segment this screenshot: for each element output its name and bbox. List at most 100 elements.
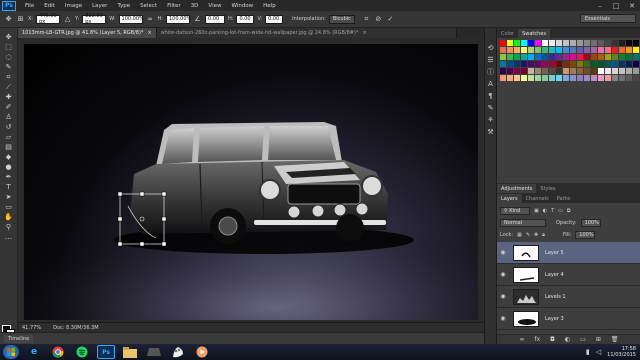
menu-file[interactable]: File xyxy=(20,3,39,9)
color-swatch[interactable] xyxy=(591,68,597,74)
color-swatch[interactable] xyxy=(535,40,541,46)
color-swatch[interactable] xyxy=(528,47,534,53)
color-swatch[interactable] xyxy=(549,61,555,67)
color-swatch[interactable] xyxy=(570,47,576,53)
color-swatch[interactable] xyxy=(591,54,597,60)
color-swatch[interactable] xyxy=(605,75,611,81)
chrome-icon[interactable] xyxy=(49,345,67,359)
workspace-select[interactable]: Essentials xyxy=(580,14,636,23)
color-swatch[interactable] xyxy=(521,40,527,46)
media-player-icon[interactable] xyxy=(193,345,211,359)
color-swatch[interactable] xyxy=(549,54,555,60)
layer-name[interactable]: Layer 3 xyxy=(545,316,564,322)
document-canvas[interactable] xyxy=(24,44,478,320)
menu-type[interactable]: Type xyxy=(112,3,135,9)
new-layer-icon[interactable]: ⊞ xyxy=(596,336,601,343)
angle-input[interactable]: 0.00 xyxy=(205,14,225,24)
color-swatch[interactable] xyxy=(619,61,625,67)
dodge-tool-icon[interactable]: ● xyxy=(3,163,15,172)
color-swatch[interactable] xyxy=(514,68,520,74)
color-swatch[interactable] xyxy=(556,61,562,67)
menu-image[interactable]: Image xyxy=(60,3,87,9)
color-swatch[interactable] xyxy=(626,47,632,53)
layer-row-levels-1[interactable]: ◉ Levels 1 xyxy=(497,286,640,308)
add-mask-icon[interactable]: ◘ xyxy=(550,336,555,343)
color-swatch[interactable] xyxy=(514,61,520,67)
tab-adjustments[interactable]: Adjustments xyxy=(497,184,537,193)
color-swatch[interactable] xyxy=(619,40,625,46)
color-swatch[interactable] xyxy=(556,75,562,81)
color-swatch[interactable] xyxy=(500,75,506,81)
start-button[interactable] xyxy=(3,345,19,359)
pen-tool-icon[interactable]: ✒ xyxy=(3,173,15,182)
new-adjustment-icon[interactable]: ◐ xyxy=(565,336,570,343)
menu-help[interactable]: Help xyxy=(258,3,281,9)
paint-icon[interactable] xyxy=(169,345,187,359)
color-swatch[interactable] xyxy=(542,47,548,53)
maximize-icon[interactable]: □ xyxy=(608,0,624,11)
color-swatch[interactable] xyxy=(556,47,562,53)
color-swatch[interactable] xyxy=(612,47,618,53)
color-swatch[interactable] xyxy=(500,47,506,53)
lock-transparency-icon[interactable]: ▦ xyxy=(517,232,522,238)
quick-select-tool-icon[interactable]: ✎ xyxy=(3,63,15,72)
kind-filter-select[interactable]: ⚲ Kind xyxy=(500,206,530,215)
layer-row-layer-5[interactable]: ◉ Layer 5 xyxy=(497,242,640,264)
blur-tool-icon[interactable]: ◆ xyxy=(3,153,15,162)
color-swatch[interactable] xyxy=(584,47,590,53)
color-swatch[interactable] xyxy=(535,75,541,81)
photoshop-taskbar-icon[interactable]: Ps xyxy=(97,345,115,359)
color-swatch[interactable] xyxy=(598,40,604,46)
crop-tool-icon[interactable]: ⌗ xyxy=(3,73,15,82)
color-swatch[interactable] xyxy=(591,40,597,46)
color-swatch[interactable] xyxy=(584,68,590,74)
close-icon[interactable]: ✕ xyxy=(624,0,640,11)
eyedropper-tool-icon[interactable]: ⟋ xyxy=(3,83,15,92)
color-swatch[interactable] xyxy=(577,54,583,60)
menu-select[interactable]: Select xyxy=(135,3,162,9)
color-swatch[interactable] xyxy=(563,54,569,60)
healing-tool-icon[interactable]: ✚ xyxy=(3,93,15,102)
color-swatch[interactable] xyxy=(633,47,639,53)
color-swatch[interactable] xyxy=(584,75,590,81)
color-swatch[interactable] xyxy=(514,54,520,60)
color-swatch[interactable] xyxy=(556,68,562,74)
lasso-tool-icon[interactable]: ◌ xyxy=(3,53,15,62)
spotify-icon[interactable] xyxy=(73,345,91,359)
lock-position-icon[interactable]: ✥ xyxy=(534,232,538,238)
tab-swatches[interactable]: Swatches xyxy=(518,29,550,38)
color-swatch[interactable] xyxy=(563,40,569,46)
color-swatch[interactable] xyxy=(563,61,569,67)
color-swatch[interactable] xyxy=(535,47,541,53)
character-icon[interactable]: A xyxy=(486,80,496,89)
color-swatch[interactable] xyxy=(507,47,513,53)
explorer-icon[interactable] xyxy=(121,345,139,359)
color-swatch[interactable] xyxy=(633,75,639,81)
color-swatch[interactable] xyxy=(514,47,520,53)
warp-icon[interactable]: ⌗ xyxy=(362,15,371,24)
color-swatch[interactable] xyxy=(598,47,604,53)
color-swatch[interactable] xyxy=(605,68,611,74)
width-input[interactable]: 100.00% xyxy=(118,14,144,24)
color-swatch[interactable] xyxy=(514,75,520,81)
reference-point-icon[interactable]: ⊞ xyxy=(16,15,25,24)
color-swatch[interactable] xyxy=(542,61,548,67)
color-swatch[interactable] xyxy=(577,40,583,46)
color-swatch[interactable] xyxy=(577,47,583,53)
brush-presets-icon[interactable]: ✎ xyxy=(486,104,496,113)
link-layers-icon[interactable]: ∞ xyxy=(520,336,525,343)
new-group-icon[interactable]: ▭ xyxy=(580,336,586,343)
color-swatch[interactable] xyxy=(598,68,604,74)
tab-document-1[interactable]: 1013mm-LB-GTR.jpg @ 41.8% (Layer 5, RGB/… xyxy=(18,28,157,38)
color-swatch[interactable] xyxy=(633,61,639,67)
color-swatch[interactable] xyxy=(626,75,632,81)
color-swatch[interactable] xyxy=(605,54,611,60)
color-swatch[interactable] xyxy=(507,68,513,74)
color-swatch[interactable] xyxy=(584,61,590,67)
color-swatch[interactable] xyxy=(605,47,611,53)
interpolation-select[interactable]: Bicubic xyxy=(328,14,355,24)
color-swatch[interactable] xyxy=(612,75,618,81)
color-swatch[interactable] xyxy=(612,54,618,60)
visibility-eye-icon[interactable]: ◉ xyxy=(497,293,509,300)
color-swatch[interactable] xyxy=(598,54,604,60)
